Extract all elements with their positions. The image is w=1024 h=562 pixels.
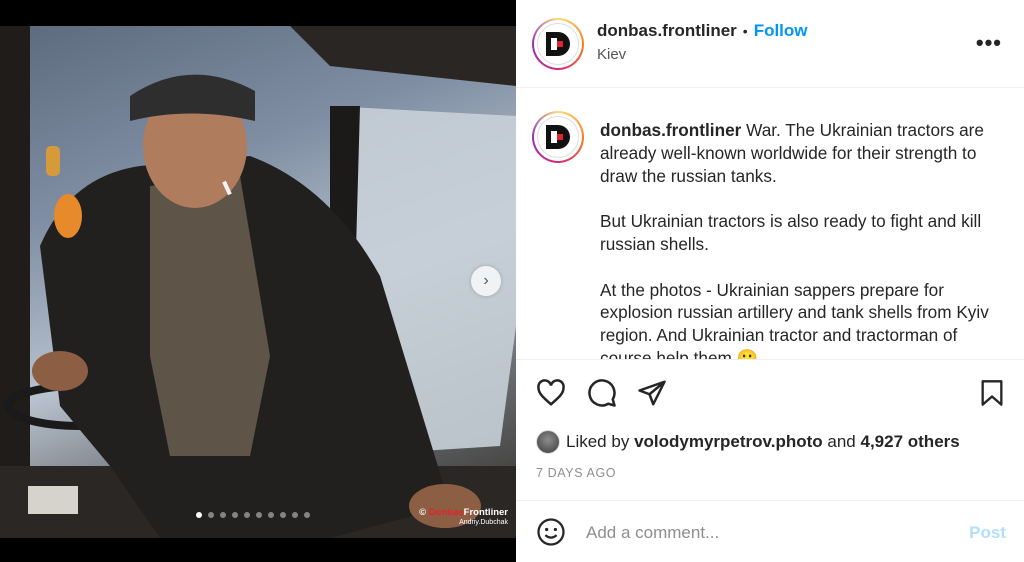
watermark-brand: Frontliner	[463, 507, 508, 518]
header-separator: •	[742, 23, 748, 39]
header-username[interactable]: donbas.frontliner	[597, 21, 737, 41]
slide-dot	[220, 512, 226, 518]
location-link[interactable]: Kiev	[597, 46, 626, 63]
comment-icon[interactable]	[587, 378, 617, 408]
likes-middle: and	[827, 432, 856, 451]
bookmark-icon[interactable]	[978, 378, 1006, 408]
watermark-brand-red: Donbas	[428, 507, 464, 518]
post-header: donbas.frontliner • Follow Kiev •••	[516, 0, 1024, 88]
caption-area: donbas.frontliner War. The Ukrainian tra…	[516, 89, 1024, 359]
watermark-copyright: ©	[419, 507, 427, 518]
likes-prefix: Liked by	[566, 432, 630, 451]
post-actions: Liked by volodymyrpetrov.photo and 4,927…	[516, 359, 1024, 500]
photo-illustration	[0, 26, 516, 538]
emoji-icon[interactable]	[536, 517, 566, 547]
header-title-row: donbas.frontliner • Follow	[597, 21, 808, 41]
post-media: › © DonbasFrontliner Andriy.Dubchak	[0, 0, 516, 562]
post-date[interactable]: 7 DAYS AGO	[536, 466, 616, 480]
next-slide-button[interactable]: ›	[471, 266, 501, 296]
slide-dot	[304, 512, 310, 518]
post-panel: donbas.frontliner • Follow Kiev ••• donb…	[516, 0, 1024, 562]
photo-watermark: © DonbasFrontliner Andriy.Dubchak	[419, 508, 508, 528]
caption-paragraph-3: At the photos - Ukrainian sappers prepar…	[600, 279, 989, 359]
caption-paragraph-2: But Ukrainian tractors is also ready to …	[600, 211, 982, 254]
donbas-logo-icon	[546, 32, 570, 56]
liker-username[interactable]: volodymyrpetrov.photo	[634, 432, 823, 452]
more-options-icon[interactable]: •••	[976, 30, 1002, 56]
slide-indicator	[196, 512, 310, 518]
share-icon[interactable]	[637, 378, 667, 408]
post-comment-button[interactable]: Post	[969, 523, 1006, 543]
follow-button[interactable]: Follow	[754, 21, 808, 41]
donbas-logo-icon	[546, 125, 570, 149]
slide-dot	[292, 512, 298, 518]
comment-input[interactable]: Add a comment...	[586, 523, 719, 543]
caption-text: donbas.frontliner War. The Ukrainian tra…	[600, 119, 1010, 359]
heart-icon[interactable]	[536, 378, 566, 408]
slide-dot	[256, 512, 262, 518]
slide-dot	[208, 512, 214, 518]
comment-bar: Add a comment... Post	[516, 500, 1024, 562]
chevron-right-icon: ›	[483, 272, 489, 289]
caption-username[interactable]: donbas.frontliner	[600, 120, 741, 140]
slide-dot	[232, 512, 238, 518]
liker-avatar[interactable]	[536, 430, 560, 454]
watermark-author: Andriy.Dubchak	[459, 519, 508, 526]
likes-summary: Liked by volodymyrpetrov.photo and 4,927…	[536, 430, 960, 454]
likes-count[interactable]: 4,927 others	[861, 432, 960, 452]
slide-dot	[280, 512, 286, 518]
post-photo[interactable]	[0, 26, 516, 538]
header-avatar[interactable]	[532, 18, 584, 70]
slide-dot	[244, 512, 250, 518]
caption-avatar[interactable]	[532, 111, 584, 163]
slide-dot	[268, 512, 274, 518]
slide-dot	[196, 512, 202, 518]
